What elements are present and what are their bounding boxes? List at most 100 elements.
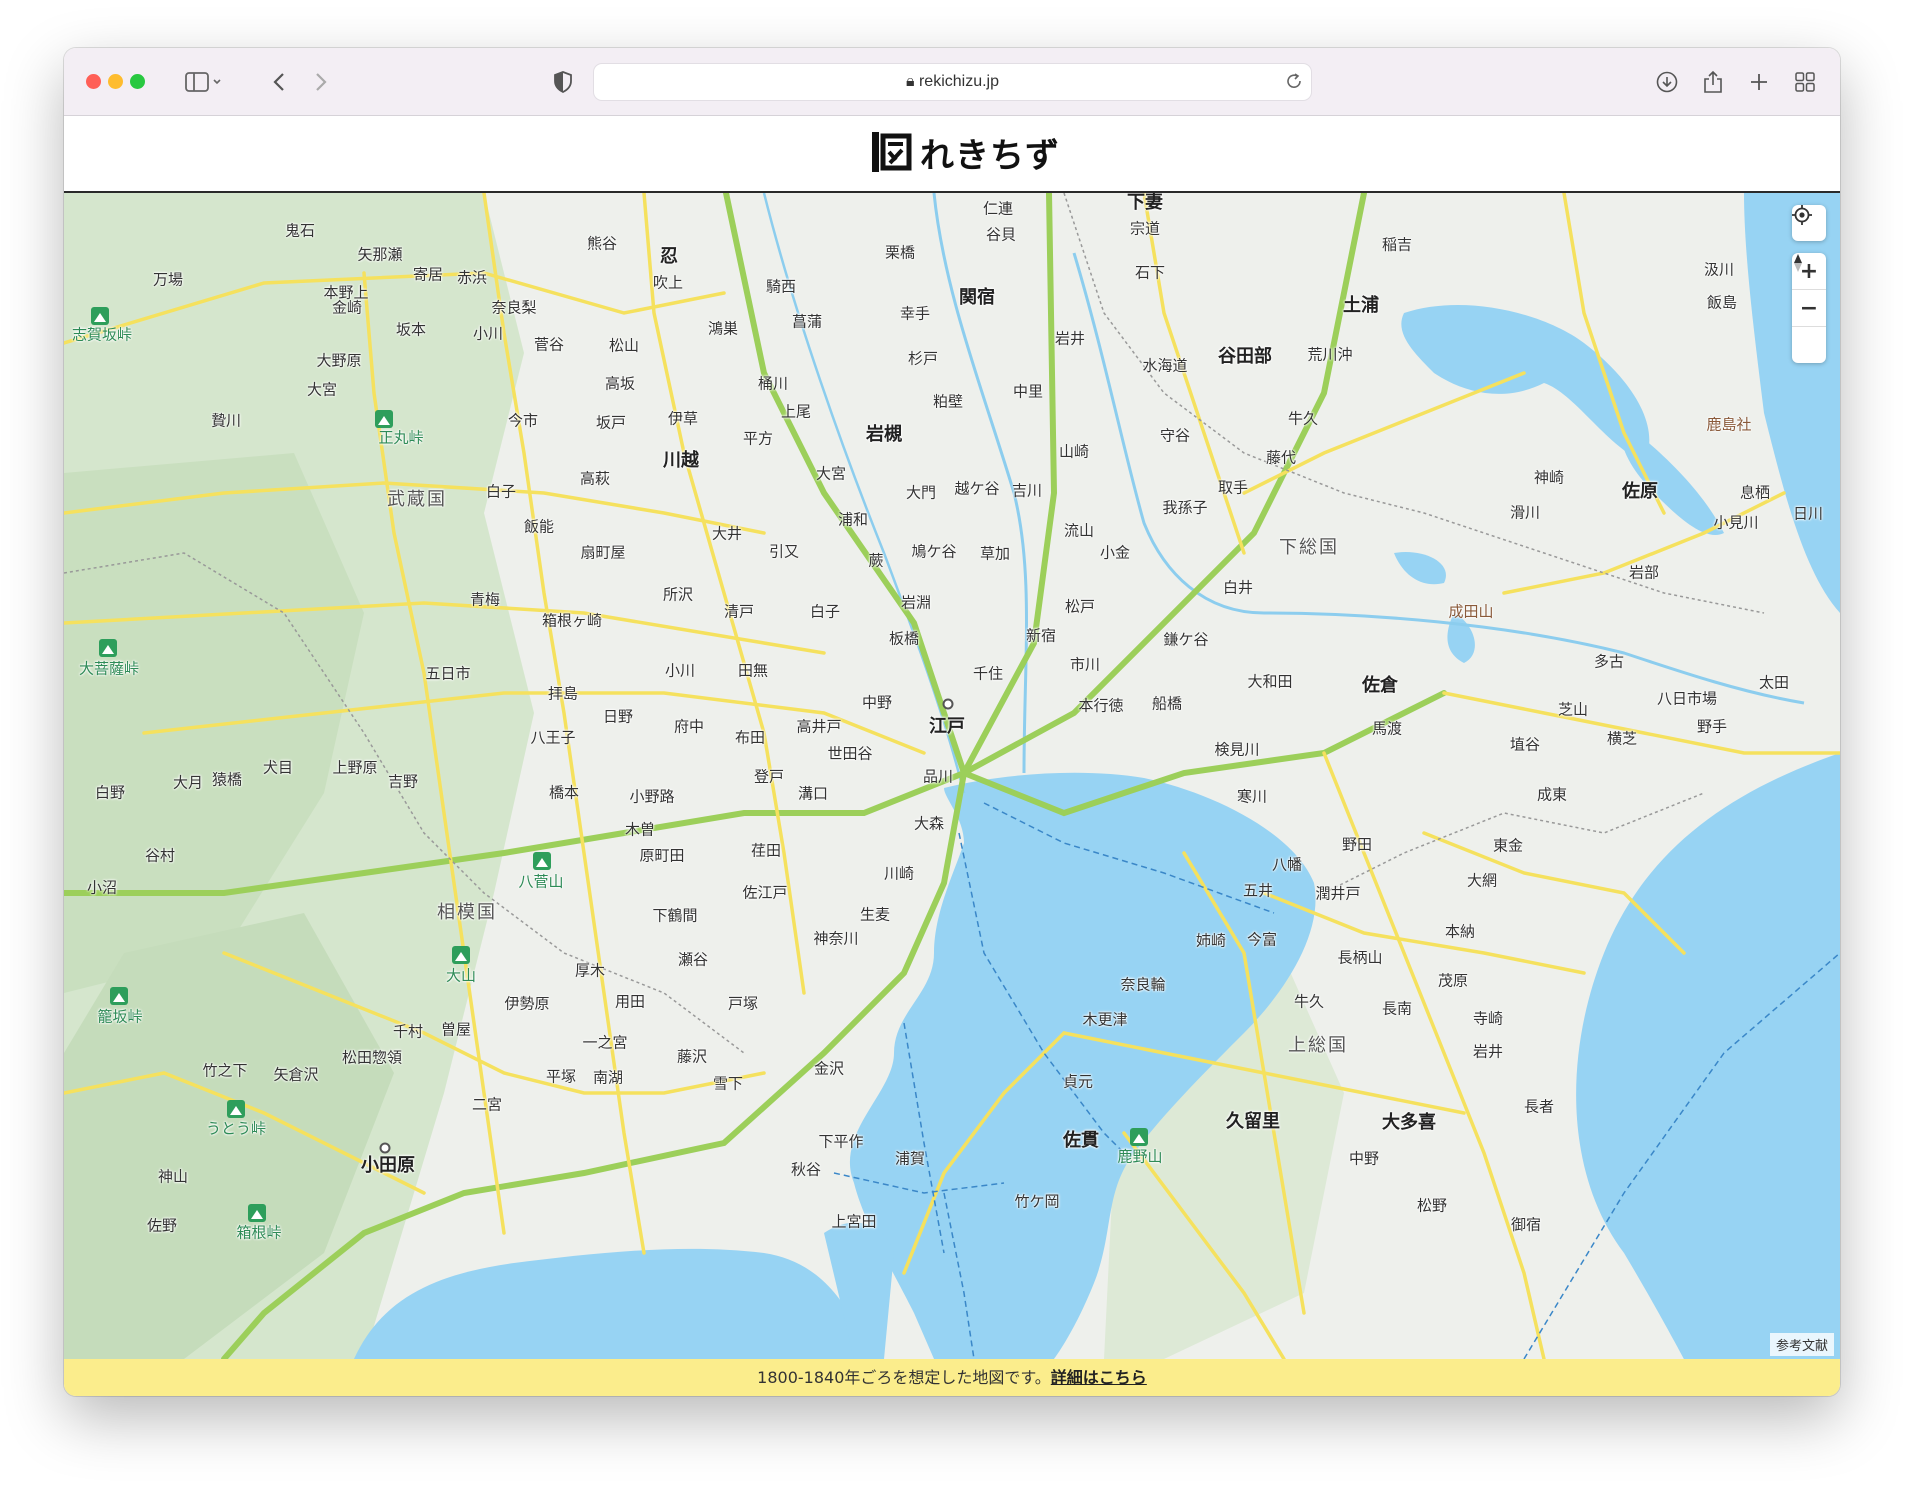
references-link[interactable]: 参考文献 <box>1769 1333 1834 1356</box>
place-label: 日川 <box>1792 504 1824 523</box>
place-label: 長柄山 <box>1337 948 1383 967</box>
place-label: 高萩 <box>579 469 611 488</box>
locate-me-button[interactable] <box>1792 205 1826 241</box>
minimize-window-button[interactable] <box>108 74 123 89</box>
place-label: 金崎 <box>331 298 363 317</box>
place-label: 野田 <box>1341 835 1373 854</box>
place-label: 田無 <box>737 661 769 680</box>
zoom-out-button[interactable]: − <box>1792 290 1826 327</box>
place-label: 用田 <box>614 992 646 1011</box>
place-label: 大野原 <box>316 351 362 370</box>
place-label: 検見川 <box>1214 740 1260 759</box>
place-label: 引又 <box>768 542 800 561</box>
site-logo[interactable]: れきちず <box>870 130 1060 176</box>
place-label: 扇町屋 <box>580 543 626 562</box>
place-label: 大網 <box>1466 871 1498 890</box>
place-label: 荏田 <box>750 841 782 860</box>
place-label: 鹿野山 <box>1117 1147 1163 1166</box>
place-label: 千住 <box>972 664 1004 683</box>
place-label: 潤井戸 <box>1315 884 1361 903</box>
place-label: 木更津 <box>1082 1010 1128 1029</box>
place-label: 牛久 <box>1293 992 1325 1011</box>
place-label: 犬目 <box>262 758 294 777</box>
details-link[interactable]: 詳細はこちら <box>1051 1368 1147 1387</box>
place-label: 籠坂峠 <box>97 1007 143 1026</box>
place-label: 御宿 <box>1510 1215 1542 1234</box>
place-label: 生麦 <box>859 905 891 924</box>
mountain-pass-icon <box>110 987 128 1005</box>
download-icon[interactable] <box>1650 65 1684 99</box>
place-label: 馬渡 <box>1371 719 1403 738</box>
place-label: 高坂 <box>604 374 636 393</box>
place-label: 吉野 <box>387 772 419 791</box>
place-label: 姉崎 <box>1195 931 1227 950</box>
new-tab-icon[interactable] <box>1742 65 1776 99</box>
place-label: 江戸 <box>929 716 965 737</box>
share-icon[interactable] <box>1696 65 1730 99</box>
place-label: 小野路 <box>629 787 675 806</box>
address-bar[interactable]: 🔒︎ rekichizu.jp <box>593 63 1312 101</box>
place-label: うとう峠 <box>205 1119 267 1138</box>
place-label: 大和田 <box>1247 672 1293 691</box>
place-label: 奈良輪 <box>1120 975 1166 994</box>
place-label: 白井 <box>1222 578 1254 597</box>
place-label: 一之宮 <box>582 1033 628 1052</box>
place-label: 取手 <box>1217 478 1249 497</box>
lock-icon: 🔒︎ <box>906 73 915 90</box>
place-label: 坂本 <box>395 320 427 339</box>
place-label: 下鶴間 <box>652 906 698 925</box>
place-label: 埴谷 <box>1509 735 1541 754</box>
place-label: 寒川 <box>1236 787 1268 806</box>
place-label: 小田原 <box>361 1155 415 1176</box>
place-label: 木曽 <box>624 820 656 839</box>
place-label: 万場 <box>152 270 184 289</box>
place-label: 吉川 <box>1011 481 1043 500</box>
place-label: 寺崎 <box>1472 1009 1504 1028</box>
compass-button[interactable] <box>1792 254 1826 363</box>
place-label: 贄川 <box>210 411 242 430</box>
sidebar-toggle-icon[interactable] <box>182 65 226 99</box>
place-label: 松野 <box>1416 1196 1448 1215</box>
place-label: 石下 <box>1134 263 1166 282</box>
place-label: 桶川 <box>757 374 789 393</box>
place-label: 貞元 <box>1062 1072 1094 1091</box>
maximize-window-button[interactable] <box>130 74 145 89</box>
place-label: 猿橋 <box>211 770 243 789</box>
province-label: 相模国 <box>437 902 497 923</box>
place-label: 大宮 <box>815 464 847 483</box>
place-label: 箱根峠 <box>236 1223 282 1242</box>
place-label: 谷貝 <box>985 225 1017 244</box>
place-label: 荒川沖 <box>1307 345 1353 364</box>
tab-overview-icon[interactable] <box>1788 65 1822 99</box>
province-label: 武蔵国 <box>387 489 447 510</box>
place-label: 厚木 <box>574 961 606 980</box>
locate-icon[interactable] <box>1792 205 1826 241</box>
close-window-button[interactable] <box>86 74 101 89</box>
place-label: 鎌ケ谷 <box>1163 630 1209 649</box>
forward-icon[interactable] <box>304 65 338 99</box>
privacy-shield-icon[interactable] <box>546 65 580 99</box>
place-label: 大多喜 <box>1382 1112 1436 1133</box>
place-label: 府中 <box>673 717 705 736</box>
place-label: 登戸 <box>753 767 785 786</box>
place-label: 竹之下 <box>202 1061 248 1080</box>
place-label: 戸塚 <box>727 994 759 1013</box>
place-label: 藤代 <box>1265 448 1297 467</box>
place-label: 中里 <box>1012 382 1044 401</box>
place-label: 八幡 <box>1271 855 1303 874</box>
place-label: 谷田部 <box>1218 346 1272 367</box>
historical-map[interactable]: 鬼石 熊谷 仁連 下妻 宗道 稲吉 汲川 万場 矢那瀬 寄居 赤浜 忍 吹上 栗… <box>64 193 1840 1359</box>
place-label: 清戸 <box>723 602 755 621</box>
reload-icon[interactable] <box>1285 72 1303 94</box>
place-label: 鳩ケ谷 <box>911 542 957 561</box>
place-label: 飯島 <box>1706 293 1738 312</box>
place-label: 瀬谷 <box>677 950 709 969</box>
province-label: 上総国 <box>1288 1035 1348 1056</box>
back-icon[interactable] <box>262 65 296 99</box>
place-label: 大山 <box>445 966 477 985</box>
place-label: 竹ケ岡 <box>1014 1192 1060 1211</box>
place-label: 正丸峠 <box>378 428 424 447</box>
place-label: 成田山 <box>1448 602 1494 621</box>
place-label: 佐原 <box>1622 481 1658 502</box>
place-label: 小見川 <box>1713 513 1759 532</box>
